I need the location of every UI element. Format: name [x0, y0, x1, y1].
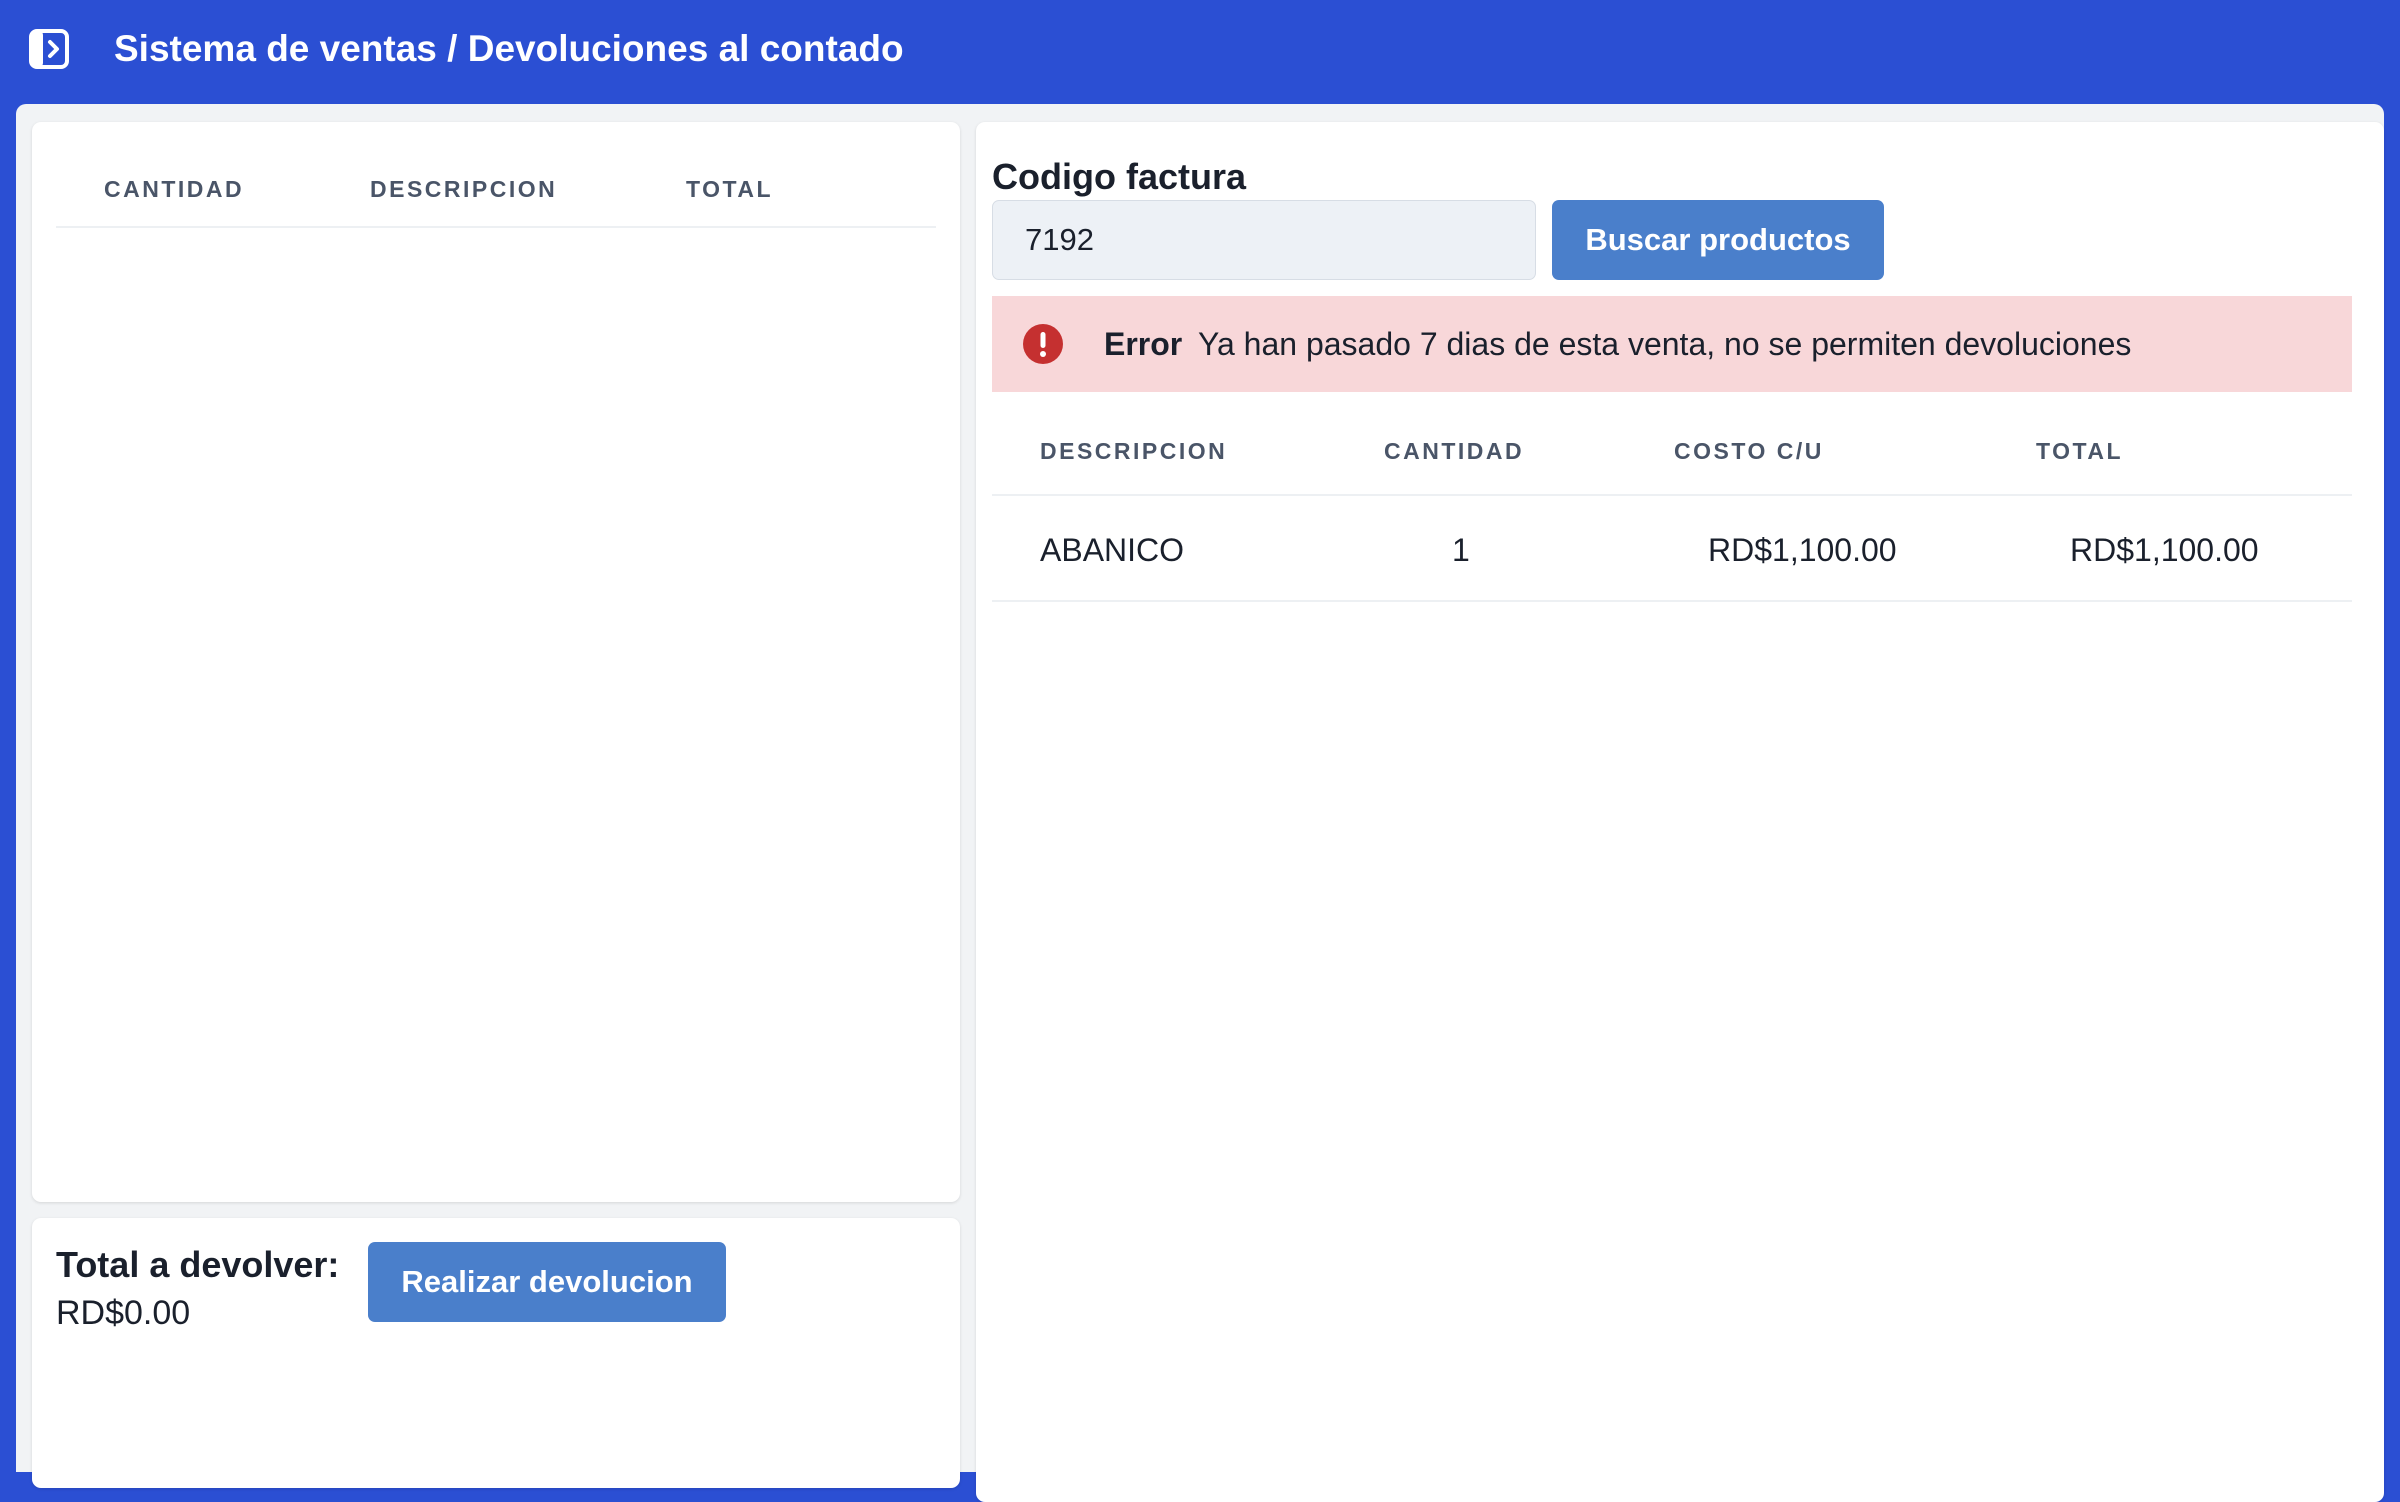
total-to-return-value: RD$0.00 — [56, 1294, 191, 1332]
invoice-card: Codigo factura Buscar productos Error Ya… — [976, 122, 2384, 1502]
column-header-total: TOTAL — [2036, 438, 2124, 464]
alert-message: Ya han pasado 7 dias de esta venta, no s… — [1198, 326, 2132, 362]
column-header-total: TOTAL — [686, 176, 774, 202]
row-cantidad: 1 — [1452, 532, 1470, 568]
row-costo: RD$1,100.00 — [1708, 532, 1897, 568]
column-header-cantidad: CANTIDAD — [104, 176, 245, 202]
row-descripcion: ABANICO — [1040, 532, 1185, 568]
invoice-items-table-header: DESCRIPCION CANTIDAD COSTO C/U TOTAL — [992, 392, 2352, 496]
workspace: CANTIDAD DESCRIPCION TOTAL Total a devol… — [16, 104, 2384, 1502]
column-header-cantidad: CANTIDAD — [1384, 438, 1525, 464]
sidebar-toggle-icon[interactable] — [28, 28, 70, 70]
error-circle-icon — [1023, 324, 1063, 364]
column-header-descripcion: DESCRIPCION — [370, 176, 558, 202]
column-header-descripcion: DESCRIPCION — [1040, 438, 1228, 464]
perform-return-button[interactable]: Realizar devolucion — [368, 1242, 726, 1322]
app-header: Sistema de ventas / Devoluciones al cont… — [0, 0, 2400, 104]
return-items-table-header: CANTIDAD DESCRIPCION TOTAL — [56, 122, 936, 228]
column-header-costo: COSTO C/U — [1674, 438, 1824, 464]
invoice-code-label: Codigo factura — [992, 156, 1247, 197]
alert-title: Error — [1104, 326, 1183, 362]
return-items-card: CANTIDAD DESCRIPCION TOTAL — [32, 122, 960, 1202]
invoice-code-input[interactable] — [992, 200, 1536, 280]
search-products-button[interactable]: Buscar productos — [1552, 200, 1884, 280]
table-row[interactable]: ABANICO 1 RD$1,100.00 RD$1,100.00 — [992, 496, 2352, 602]
total-to-return-label: Total a devolver: — [56, 1244, 340, 1285]
return-summary-card: Total a devolver: RD$0.00 Realizar devol… — [32, 1218, 960, 1488]
row-total: RD$1,100.00 — [2070, 532, 2259, 568]
error-alert: Error Ya han pasado 7 dias de esta venta… — [992, 296, 2352, 392]
page-title: Sistema de ventas / Devoluciones al cont… — [114, 28, 904, 69]
